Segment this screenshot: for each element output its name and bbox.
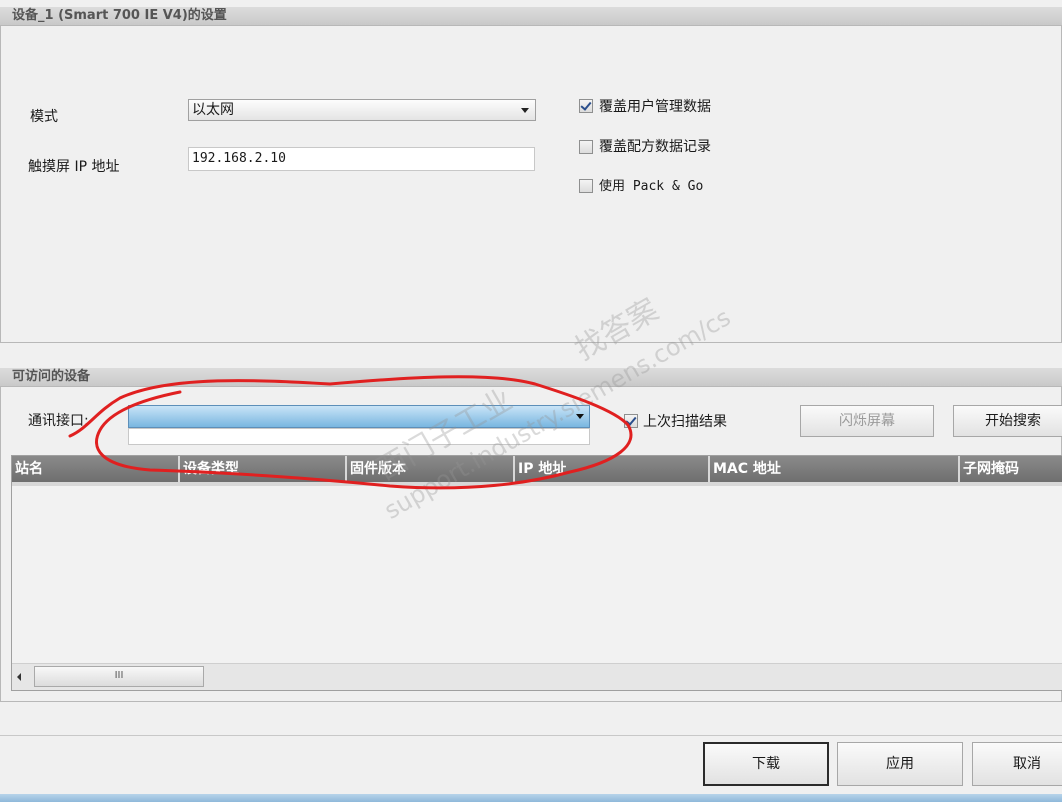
pack-and-go-label: 使用 Pack & Go xyxy=(599,179,704,194)
overwrite-recipe-label: 覆盖配方数据记录 xyxy=(599,139,711,155)
mode-label: 模式 xyxy=(30,109,58,125)
chevron-down-icon xyxy=(576,414,584,419)
flash-screen-button[interactable]: 闪烁屏幕 xyxy=(800,405,934,437)
settings-panel xyxy=(0,25,1062,343)
taskbar-strip xyxy=(0,794,1062,802)
mode-select[interactable]: 以太网 xyxy=(188,99,536,121)
last-scan-label: 上次扫描结果 xyxy=(643,414,727,430)
horizontal-scrollbar[interactable]: III xyxy=(12,663,1062,690)
column-header-mac[interactable]: MAC 地址 xyxy=(710,456,960,486)
interface-label: 通讯接口: xyxy=(28,413,89,429)
table-header: 站名 设备类型 固件版本 IP 地址 MAC 地址 子网掩码 xyxy=(12,456,1062,486)
overwrite-recipe-checkbox[interactable] xyxy=(579,140,593,154)
footer-divider xyxy=(0,735,1062,736)
apply-button[interactable]: 应用 xyxy=(837,742,963,786)
start-search-button[interactable]: 开始搜索 xyxy=(953,405,1062,437)
column-header-ip[interactable]: IP 地址 xyxy=(515,456,710,486)
overwrite-user-data-checkbox[interactable] xyxy=(579,99,593,113)
mode-select-value: 以太网 xyxy=(192,102,234,118)
device-table[interactable]: 站名 设备类型 固件版本 IP 地址 MAC 地址 子网掩码 III xyxy=(11,455,1062,691)
cancel-button[interactable]: 取消 xyxy=(972,742,1062,786)
overwrite-user-data-label: 覆盖用户管理数据 xyxy=(599,99,711,115)
column-header-device-type[interactable]: 设备类型 xyxy=(180,456,347,486)
column-header-firmware[interactable]: 固件版本 xyxy=(347,456,515,486)
device-settings-window: 设备_1 (Smart 700 IE V4)的设置 模式 以太网 触摸屏 IP … xyxy=(0,0,1062,802)
ip-address-input[interactable]: 192.168.2.10 xyxy=(188,147,535,171)
scroll-left-icon[interactable] xyxy=(17,673,21,681)
settings-section-title: 设备_1 (Smart 700 IE V4)的设置 xyxy=(0,7,1062,25)
ip-label: 触摸屏 IP 地址 xyxy=(28,159,120,175)
interface-select[interactable] xyxy=(128,405,590,428)
download-button[interactable]: 下载 xyxy=(703,742,829,786)
chevron-down-icon xyxy=(521,108,529,113)
devices-section-title: 可访问的设备 xyxy=(0,368,1062,386)
column-header-station[interactable]: 站名 xyxy=(12,456,180,486)
pack-and-go-checkbox[interactable] xyxy=(579,179,593,193)
column-header-subnet[interactable]: 子网掩码 xyxy=(960,456,1062,486)
last-scan-checkbox[interactable] xyxy=(624,414,638,428)
interface-dropdown-list[interactable] xyxy=(128,428,590,445)
scrollbar-thumb[interactable]: III xyxy=(34,666,204,687)
